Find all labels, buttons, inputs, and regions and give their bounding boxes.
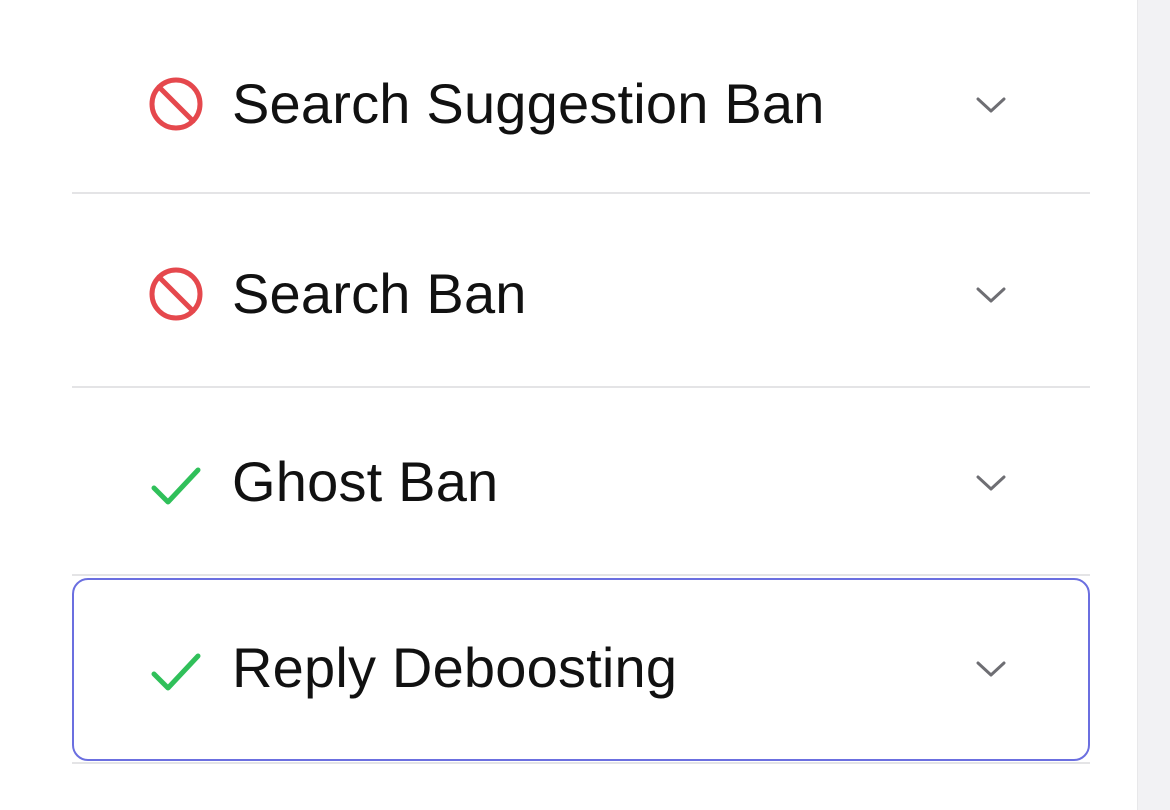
accordion-item-search-ban[interactable]: Search Ban [72,194,1090,388]
shadowban-check-list: Search Suggestion Ban Search Ban Ghost B… [72,0,1090,764]
item-label: Search Suggestion Ban [232,72,825,135]
accordion-item-ghost-ban[interactable]: Ghost Ban [72,388,1090,576]
checkmark-icon [151,467,201,505]
item-label: Search Ban [232,262,527,325]
item-label: Ghost Ban [232,450,499,513]
accordion-item-search-suggestion-ban[interactable]: Search Suggestion Ban [72,0,1090,194]
chevron-down-icon[interactable] [976,474,1006,492]
item-label: Reply Deboosting [232,636,678,699]
prohibited-icon [149,267,203,321]
chevron-down-icon[interactable] [976,286,1006,304]
chevron-down-icon[interactable] [976,96,1006,114]
scrollbar-track[interactable] [1137,0,1170,810]
prohibited-icon [149,77,203,131]
checkmark-icon [151,653,201,691]
accordion-item-reply-deboosting[interactable]: Reply Deboosting [72,576,1090,764]
chevron-down-icon[interactable] [976,660,1006,678]
